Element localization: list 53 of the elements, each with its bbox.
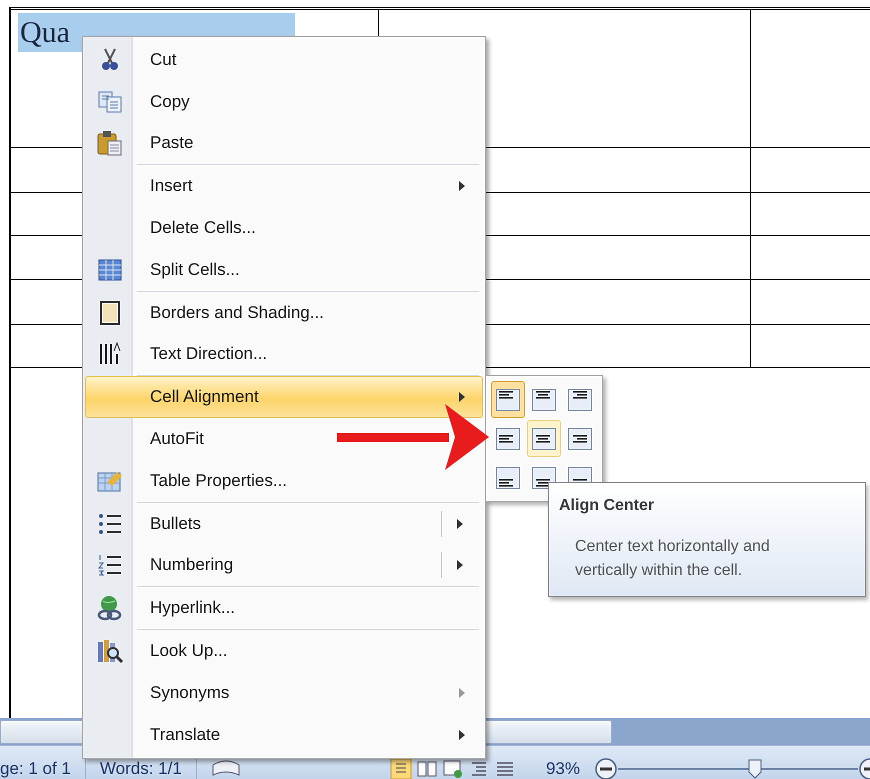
bullets-icon <box>98 512 122 536</box>
tooltip-description: Center text horizontally and vertically within the cell. <box>575 537 771 581</box>
print-layout-icon[interactable] <box>390 758 412 779</box>
copy-icon <box>98 90 122 113</box>
menu-item[interactable]: Translate <box>85 714 483 756</box>
menu-item[interactable]: Cut <box>85 39 483 81</box>
menu-item[interactable]: Table Properties... <box>85 460 483 502</box>
numbering-icon <box>98 553 122 578</box>
zoom-slider-thumb[interactable] <box>748 758 762 778</box>
align-icon <box>532 428 556 450</box>
align-icon <box>568 388 592 410</box>
submenu-arrow-icon <box>457 518 463 529</box>
menu-item[interactable]: Delete Cells... <box>85 207 483 249</box>
table-properties-icon <box>97 470 123 492</box>
submenu-arrow-icon <box>457 560 463 570</box>
menu-item[interactable]: Hyperlink... <box>85 587 483 630</box>
menu-item[interactable]: Insert <box>85 165 483 208</box>
menu-item[interactable]: Bullets <box>85 502 483 545</box>
scissors-icon <box>101 48 119 72</box>
align-icon <box>496 428 520 450</box>
menu-item[interactable]: Cell Alignment <box>85 376 483 418</box>
menu-item[interactable]: Borders and Shading... <box>85 292 483 334</box>
align-icon <box>496 466 520 488</box>
menu-item[interactable]: Synonyms <box>85 672 483 714</box>
alignment-button[interactable] <box>491 381 525 418</box>
zoom-level[interactable]: 93% <box>546 758 580 778</box>
clipboard-icon <box>97 130 123 156</box>
menu-item[interactable]: Split Cells... <box>85 248 483 291</box>
table-grid-icon <box>98 258 122 281</box>
menu-item[interactable]: AutoFit <box>85 418 483 460</box>
books-search-icon <box>97 638 123 664</box>
submenu-arrow-icon <box>459 392 465 402</box>
menu-item[interactable]: Text Direction... <box>85 334 483 376</box>
submenu-arrow-icon <box>459 688 465 698</box>
menu-item[interactable]: Numbering <box>85 544 483 586</box>
menu-item[interactable]: Copy <box>85 80 483 123</box>
page-icon <box>99 300 121 326</box>
proofing-book-icon[interactable] <box>210 758 241 778</box>
align-icon <box>496 388 520 410</box>
web-layout-icon[interactable] <box>442 758 464 779</box>
menu-item[interactable]: Look Up... <box>85 630 483 672</box>
menu-item[interactable]: Paste <box>85 122 483 164</box>
globe-link-icon <box>97 595 123 622</box>
align-icon <box>532 388 556 410</box>
alignment-button[interactable] <box>527 420 561 457</box>
submenu-arrow-icon <box>459 181 465 192</box>
document-text: Qua <box>20 15 70 51</box>
tooltip-title: Align Center <box>559 497 656 515</box>
align-icon <box>532 466 556 488</box>
zoom-in-icon[interactable] <box>858 756 870 779</box>
align-icon <box>568 428 592 450</box>
submenu-arrow-icon <box>459 730 465 740</box>
zoom-out-icon[interactable] <box>594 756 618 779</box>
